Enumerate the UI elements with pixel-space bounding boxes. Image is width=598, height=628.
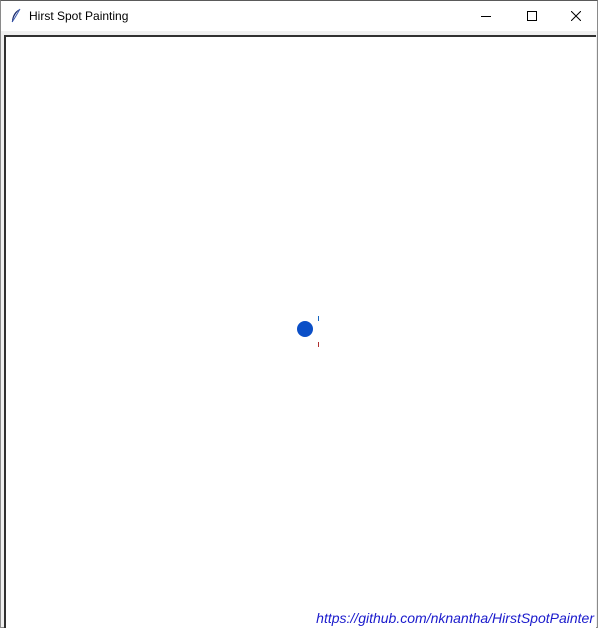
close-icon	[571, 11, 581, 21]
feather-icon	[9, 8, 23, 24]
close-button[interactable]	[553, 1, 598, 31]
maximize-icon	[527, 11, 537, 21]
turtle-mark-bottom	[318, 342, 319, 347]
turtle-mark-top	[318, 316, 319, 321]
paint-spot	[297, 321, 313, 337]
github-link[interactable]: https://github.com/nknantha/HirstSpotPai…	[316, 610, 594, 626]
title-bar[interactable]: Hirst Spot Painting	[1, 1, 597, 31]
app-window: Hirst Spot Painting https://github.com/n…	[0, 0, 598, 628]
window-title: Hirst Spot Painting	[29, 9, 129, 23]
maximize-button[interactable]	[509, 1, 555, 31]
minimize-button[interactable]	[463, 1, 509, 31]
minimize-icon	[481, 11, 491, 21]
painting-canvas[interactable]: https://github.com/nknantha/HirstSpotPai…	[4, 35, 596, 628]
